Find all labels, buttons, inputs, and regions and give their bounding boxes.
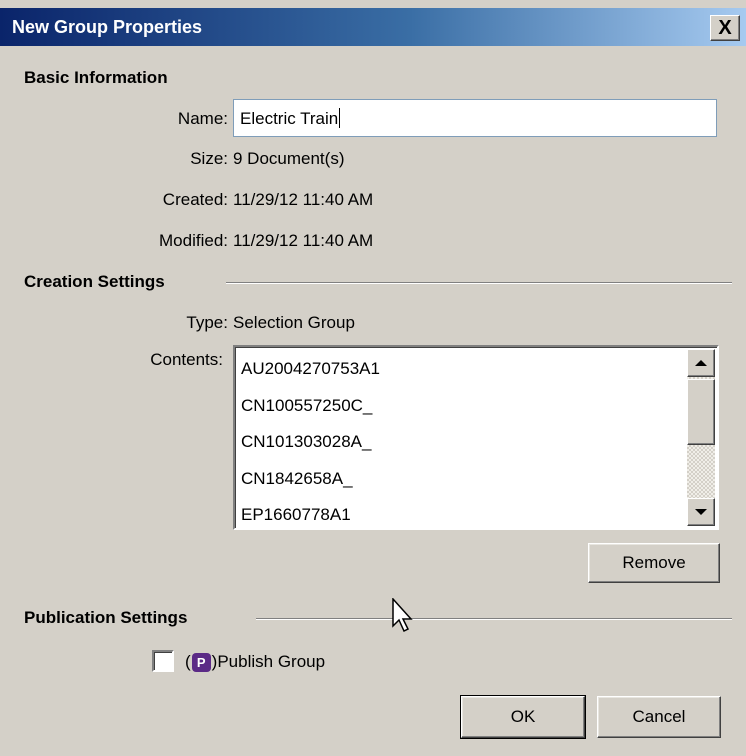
cancel-button[interactable]: Cancel [597,696,721,738]
publish-prefix: ( [185,652,191,671]
publish-label-text: )Publish Group [211,652,326,671]
scrollbar-thumb[interactable] [687,379,715,445]
creation-separator [226,282,732,284]
modified-value: 11/29/12 11:40 AM [233,231,374,250]
list-item[interactable]: AU2004270753A1 [241,351,380,388]
remove-button[interactable]: Remove [588,543,720,583]
scroll-up-button[interactable] [687,349,715,377]
type-label: Type: [186,313,228,332]
type-value: Selection Group [233,313,355,332]
contents-listbox[interactable]: AU2004270753A1 CN100557250C_ CN101303028… [233,345,719,530]
publication-separator [256,618,732,620]
close-icon: X [718,17,732,39]
dialog-title: New Group Properties [12,17,203,37]
name-input-value: Electric Train [240,109,339,128]
group-properties-dialog: New Group Properties X Basic Information… [0,0,746,756]
list-item[interactable]: CN100557250C_ [241,388,380,425]
title-bar[interactable]: New Group Properties X [0,8,746,46]
contents-label: Contents: [150,350,223,369]
text-caret [339,108,341,128]
publish-group-label[interactable]: ( P )Publish Group [185,652,325,672]
ok-button[interactable]: OK [460,695,586,739]
arrow-up-icon [695,360,707,366]
cancel-button-label: Cancel [632,707,686,726]
name-input[interactable]: Electric Train [233,99,717,137]
ok-button-label: OK [510,707,536,726]
mouse-pointer-icon [392,598,413,633]
list-item[interactable]: CN1842658A_ [241,461,380,498]
size-label: Size: [190,149,228,168]
basic-information-heading: Basic Information [24,68,168,87]
publish-p-icon: P [191,652,211,672]
close-button[interactable]: X [710,15,740,41]
name-label: Name: [177,109,228,128]
contents-list: AU2004270753A1 CN100557250C_ CN101303028… [241,351,380,534]
arrow-down-icon [695,509,707,515]
publication-settings-heading: Publication Settings [24,608,188,627]
vertical-scrollbar[interactable] [687,349,715,526]
created-value: 11/29/12 11:40 AM [233,190,374,209]
modified-label: Modified: [159,231,228,250]
scroll-down-button[interactable] [687,498,715,526]
size-value: 9 Document(s) [233,149,345,168]
remove-button-label: Remove [622,553,686,572]
list-item[interactable]: CN101303028A_ [241,424,380,461]
created-label: Created: [162,190,228,209]
publish-group-checkbox[interactable] [152,650,174,672]
creation-settings-heading: Creation Settings [24,272,165,291]
list-item[interactable]: EP1660778A1 [241,497,380,534]
